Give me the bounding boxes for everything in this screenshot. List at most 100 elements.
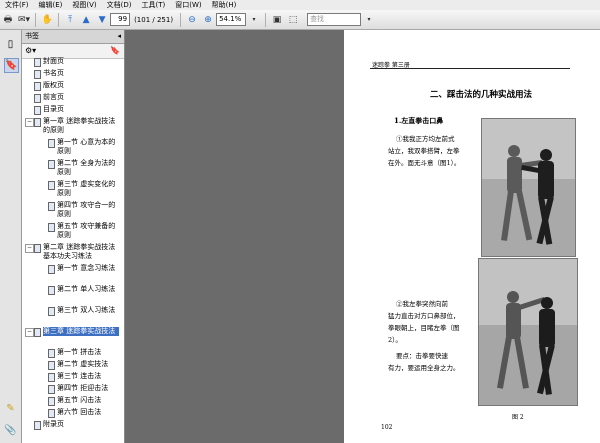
- menu-item[interactable]: 帮助(H): [207, 0, 242, 10]
- toolbar: 🖶 ✉▾ ✋ ⤒ ▲ ▼ 99 (101 / 251) ⊖ ⊕ 54.1% ▾ …: [0, 10, 600, 30]
- paragraph-line: 2）。: [388, 336, 402, 344]
- bookmark-item[interactable]: 书名页: [22, 69, 125, 80]
- collapse-toggle-icon[interactable]: −: [25, 328, 34, 337]
- bookmark-subitem[interactable]: 第六节 回击法: [22, 408, 125, 419]
- menu-item[interactable]: 文档(D): [102, 0, 137, 10]
- bookmark-subitem[interactable]: 第五节 闪击法: [22, 396, 125, 407]
- bookmarks-icon[interactable]: 🔖: [4, 58, 19, 73]
- next-page-icon[interactable]: ▼: [96, 13, 108, 27]
- paragraph-line: 有力，要运用全身之力。: [388, 364, 460, 372]
- bookmark-icon: [48, 361, 55, 370]
- bookmark-icon: [48, 385, 55, 394]
- bookmark-subitem[interactable]: 第一节 心意为本的原则: [22, 138, 125, 158]
- bookmark-label: 第一节 心意为本的原则: [57, 138, 116, 155]
- bookmark-subitem[interactable]: 第一节 拼击法: [22, 348, 125, 359]
- menu-item[interactable]: 视图(V): [67, 0, 101, 10]
- bookmark-label: 第三节 虚实变化的原则: [57, 180, 116, 197]
- collapse-toggle-icon[interactable]: −: [25, 118, 34, 127]
- bookmark-label: 第三节 双人习练法: [57, 306, 116, 314]
- navigation-strip: ▯ 🔖 ✎ 📎: [0, 30, 22, 443]
- bookmark-subitem[interactable]: 第二节 单人习练法: [22, 285, 125, 305]
- zoom-level-field[interactable]: 54.1%: [216, 13, 247, 26]
- collapse-panel-icon[interactable]: ◂: [117, 30, 121, 43]
- bookmark-label: 第一章 迷踪拳实战技法的原则: [43, 117, 116, 134]
- bookmark-subitem[interactable]: 第三节 虚实变化的原则: [22, 180, 125, 200]
- new-bookmark-icon[interactable]: 🔖: [110, 46, 120, 55]
- toolbar-separator: [265, 12, 267, 27]
- toolbar-separator: [180, 12, 182, 27]
- bookmark-item[interactable]: 前言页: [22, 93, 125, 104]
- comments-icon[interactable]: ✎: [4, 402, 17, 415]
- document-page: 迷踪拳 第三册 二、踩击法的几种实战用法 1.左直拳击口鼻 ①我我正方均左前式 …: [344, 30, 600, 443]
- bookmark-subitem[interactable]: 第二节 全身为法的原则: [22, 159, 125, 179]
- pages-icon[interactable]: ▯: [4, 38, 17, 51]
- collapse-toggle-icon[interactable]: −: [25, 244, 34, 253]
- bookmark-label: 前言页: [43, 93, 64, 101]
- options-icon[interactable]: ⚙▾: [25, 46, 36, 55]
- zoom-in-icon[interactable]: ⊕: [202, 13, 214, 27]
- fit-page-icon[interactable]: ▣: [271, 13, 283, 27]
- bookmark-label: 第二节 全身为法的原则: [57, 159, 116, 176]
- bookmark-subitem[interactable]: 第四节 攻守合一的原则: [22, 201, 125, 221]
- bookmark-icon: [48, 265, 55, 274]
- bookmark-tree: 封面页 书名页 版权页 前言页 目录页 − 第一章 迷踪拳实战技法的原则 第一节 心意为本的原…: [22, 57, 125, 437]
- bookmarks-panel: 书签 ◂ ⚙▾ 🔖 封面页 书名页 版权页 前言页 目录页 − 第一章 迷踪拳实战技法的原则…: [22, 30, 125, 443]
- bookmark-icon: [48, 349, 55, 358]
- page-number-input[interactable]: 99: [110, 13, 131, 26]
- bookmark-item[interactable]: 封面页: [22, 57, 125, 68]
- paragraph-line: 在外。面无斗意（图1）。: [388, 159, 461, 167]
- bookmark-label: 第五节 攻守兼备的原则: [57, 222, 116, 239]
- attachment-icon[interactable]: 📎: [4, 424, 17, 437]
- header-rule: [370, 68, 570, 69]
- hand-tool-icon[interactable]: ✋: [41, 13, 53, 27]
- bookmark-label: 封面页: [43, 57, 64, 65]
- bookmark-item[interactable]: − 第二章 迷踪拳实战技法基本功夫习练法: [22, 243, 125, 263]
- previous-page-icon[interactable]: ▲: [80, 13, 92, 27]
- bookmark-label: 第三节 连击法: [57, 372, 102, 380]
- toolbar-separator: [58, 12, 60, 27]
- bookmark-label: 第二章 迷踪拳实战技法基本功夫习练法: [43, 243, 116, 260]
- bookmark-subitem[interactable]: 第五节 攻守兼备的原则: [22, 222, 125, 242]
- bookmark-label: 第六节 回击法: [57, 408, 102, 416]
- bookmark-icon: [34, 118, 41, 127]
- menu-item[interactable]: 编辑(E): [34, 0, 68, 10]
- bookmark-icon: [48, 202, 55, 211]
- bookmark-label: 第二节 虚实技法: [57, 360, 109, 368]
- bookmark-label: 第四节 拒迎击法: [57, 384, 109, 392]
- bookmark-icon: [34, 94, 41, 103]
- bookmark-item[interactable]: − 第一章 迷踪拳实战技法的原则: [22, 117, 125, 137]
- bookmark-label: 第一节 意念习练法: [57, 264, 116, 272]
- document-background: [125, 30, 344, 443]
- bookmark-subitem[interactable]: 第二节 虚实技法: [22, 360, 125, 371]
- bookmark-subitem[interactable]: 第三节 双人习练法: [22, 306, 125, 326]
- share-icon[interactable]: ✉▾: [18, 13, 30, 27]
- figure-1-photo: [481, 118, 576, 257]
- search-input[interactable]: 查找: [307, 13, 362, 26]
- figure-1-illustration: [482, 119, 575, 256]
- figure-2-caption: 图 2: [512, 414, 524, 421]
- bookmark-icon: [34, 106, 41, 115]
- print-icon[interactable]: 🖶: [2, 13, 14, 27]
- bookmark-subitem[interactable]: 第三节 连击法: [22, 372, 125, 383]
- bookmark-label: 目录页: [43, 105, 64, 113]
- bookmark-item[interactable]: − 第三章 迷踪拳实战技法: [22, 327, 125, 347]
- fit-width-icon[interactable]: ⬚: [287, 13, 299, 27]
- first-page-icon[interactable]: ⤒: [64, 13, 76, 27]
- bookmark-item[interactable]: 版权页: [22, 81, 125, 92]
- bookmark-label: 版权页: [43, 81, 64, 89]
- search-dropdown-icon[interactable]: ▾: [363, 13, 375, 27]
- chevron-down-icon[interactable]: ▾: [248, 13, 260, 27]
- paragraph-line: 站立，我双拳搭臂，左拳: [388, 147, 460, 155]
- zoom-out-icon[interactable]: ⊖: [186, 13, 198, 27]
- bookmark-item[interactable]: 目录页: [22, 105, 125, 116]
- bookmark-label: 第三章 迷踪拳实战技法: [43, 327, 119, 336]
- menu-item[interactable]: 文件(F): [0, 0, 34, 10]
- panel-header: 书签 ◂: [22, 30, 124, 44]
- menu-item[interactable]: 窗口(W): [170, 0, 206, 10]
- bookmark-item[interactable]: 附录页: [22, 420, 125, 431]
- menu-item[interactable]: 工具(T): [137, 0, 171, 10]
- bookmark-subitem[interactable]: 第四节 拒迎击法: [22, 384, 125, 395]
- bookmark-icon: [48, 409, 55, 418]
- subsection-title: 1.左直拳击口鼻: [394, 116, 444, 125]
- bookmark-subitem[interactable]: 第一节 意念习练法: [22, 264, 125, 284]
